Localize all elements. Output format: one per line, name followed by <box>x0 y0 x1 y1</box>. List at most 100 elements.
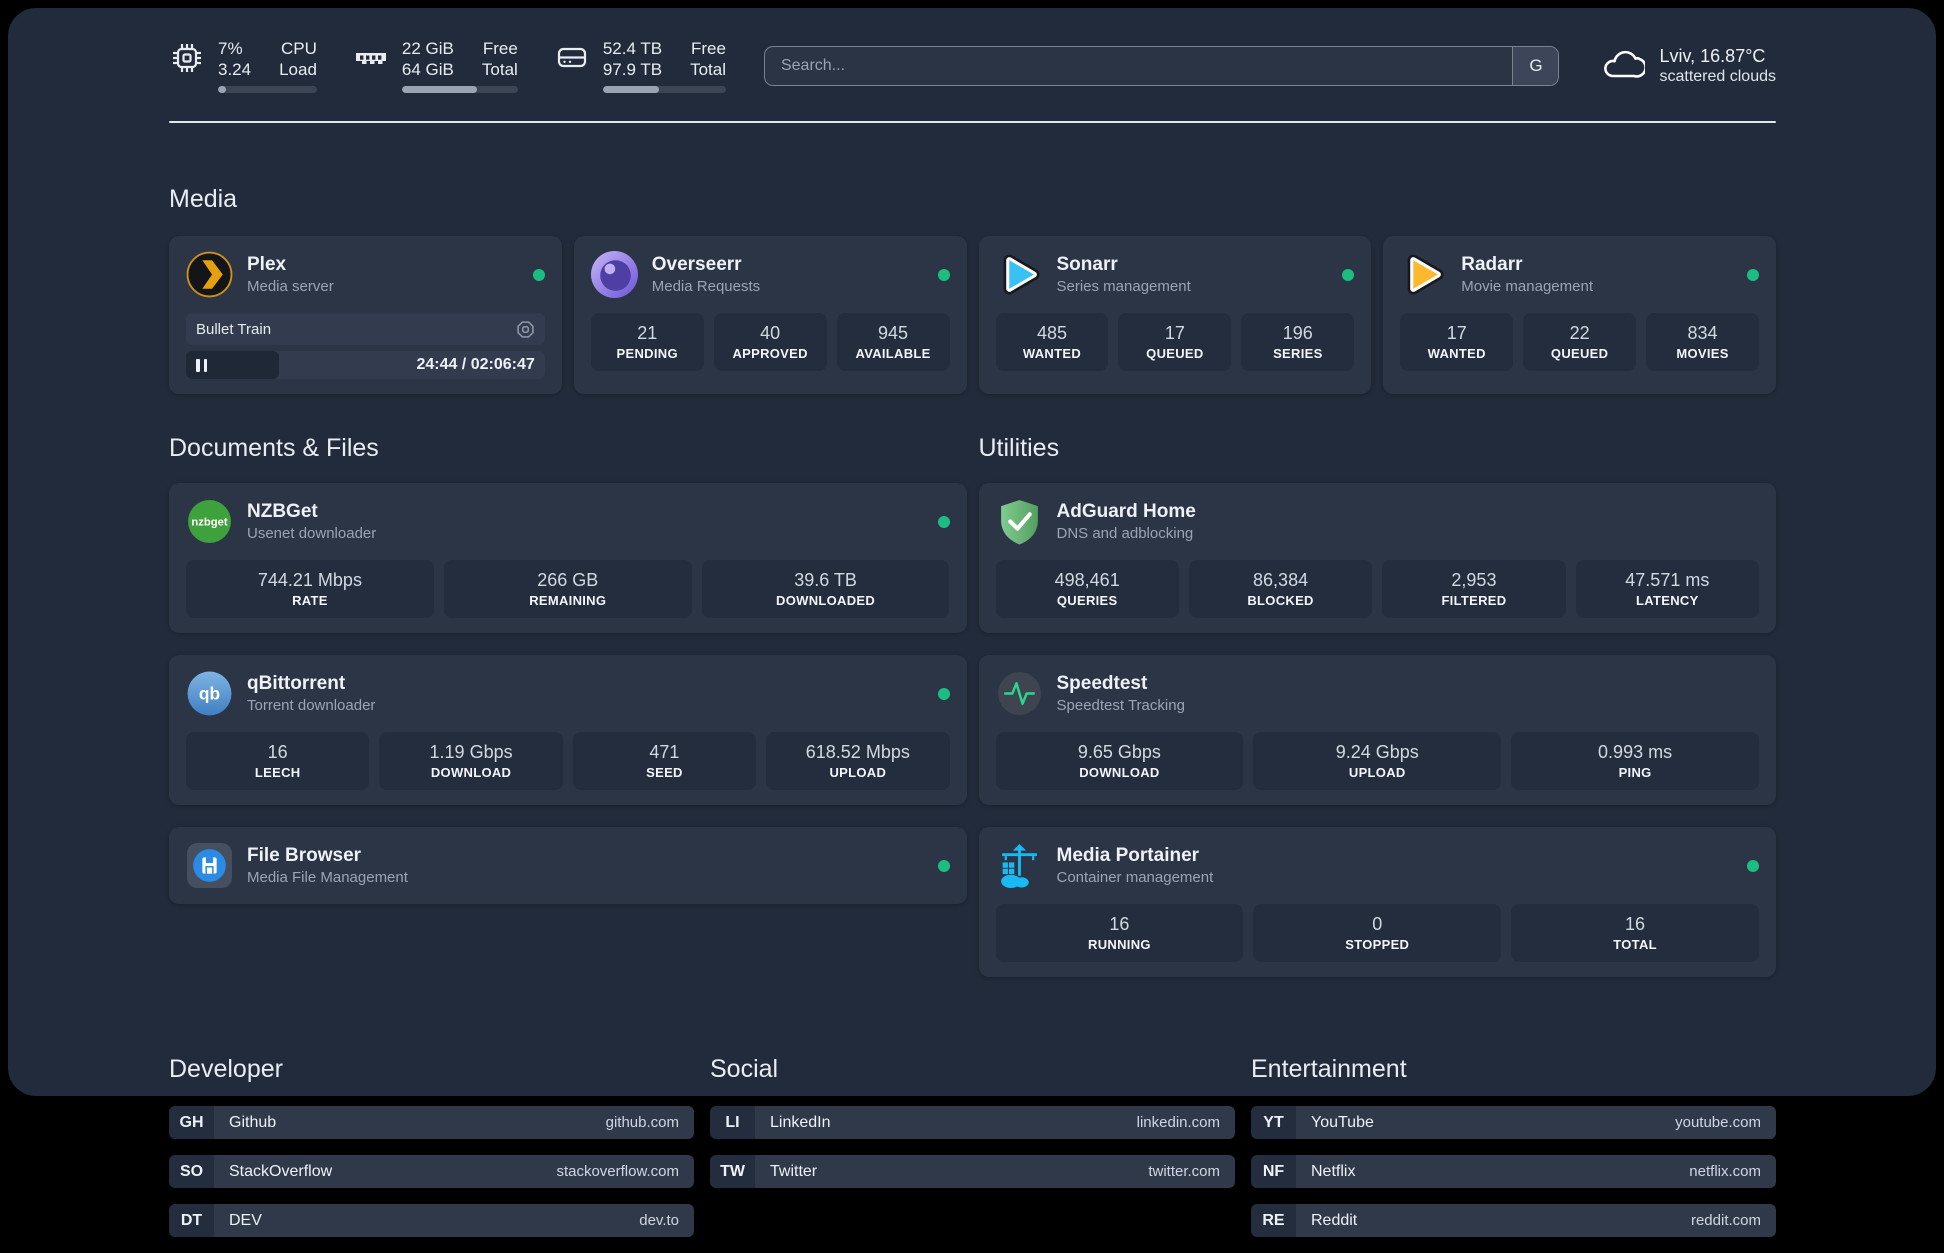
header-divider <box>169 121 1776 123</box>
link-youtube[interactable]: YT YouTube youtube.com <box>1251 1106 1776 1139</box>
link-twitter[interactable]: TW Twitter twitter.com <box>710 1155 1235 1188</box>
app-card-adguard[interactable]: AdGuard Home DNS and adblocking 498,461 … <box>979 483 1777 633</box>
search-provider-button[interactable]: G <box>1512 47 1558 85</box>
link-name: DEV <box>229 1212 262 1230</box>
stat-value: 17 <box>1404 322 1509 345</box>
status-online-dot <box>1747 269 1759 281</box>
session-stop-icon[interactable] <box>516 320 535 339</box>
stat-available: 945 AVAILABLE <box>837 313 950 371</box>
pause-icon[interactable] <box>196 359 207 372</box>
app-subtitle: Media server <box>247 277 334 296</box>
storage-stat: 52.4 TB 97.9 TB Free Total <box>554 38 726 93</box>
stat-downloaded: 39.6 TB DOWNLOADED <box>702 560 950 618</box>
link-tag: DT <box>169 1204 214 1237</box>
status-online-dot <box>1342 269 1354 281</box>
developer-links: Developer GH Github github.com SO StackO… <box>169 1055 694 1253</box>
link-dev[interactable]: DT DEV dev.to <box>169 1204 694 1237</box>
stat-value: 9.65 Gbps <box>1000 741 1240 764</box>
plex-now-playing: Bullet Train 24:44 / 02:06:47 <box>186 313 545 379</box>
stat-label: QUEUED <box>1122 345 1227 363</box>
status-online-dot <box>938 688 950 700</box>
stat-label: RATE <box>190 592 430 610</box>
app-name: File Browser <box>247 844 408 868</box>
app-card-qbittorrent[interactable]: qb qBittorrent Torrent downloader 16 LEE… <box>169 655 967 805</box>
section-title-developer: Developer <box>169 1055 694 1084</box>
stat-ping: 0.993 ms PING <box>1511 732 1759 790</box>
link-name: LinkedIn <box>770 1114 831 1132</box>
link-netflix[interactable]: NF Netflix netflix.com <box>1251 1155 1776 1188</box>
stat-upload: 618.52 Mbps UPLOAD <box>766 732 949 790</box>
app-card-overseerr[interactable]: Overseerr Media Requests 21 PENDING 40 A… <box>574 236 967 394</box>
stat-label: DOWNLOAD <box>383 764 558 782</box>
weather-widget: Lviv, 16.87°C scattered clouds <box>1601 45 1776 87</box>
memory-total-value: 64 GiB <box>402 59 454 80</box>
system-stats: 7% 3.24 CPU Load <box>169 38 726 93</box>
stat-value: 618.52 Mbps <box>770 741 945 764</box>
stat-value: 39.6 TB <box>706 569 946 592</box>
weather-headline: Lviv, 16.87°C <box>1659 45 1776 68</box>
now-playing-elapsed-pill <box>186 351 279 379</box>
disk-icon <box>554 40 590 76</box>
cpu-usage-label: CPU <box>279 38 317 59</box>
stat-value: 471 <box>577 741 752 764</box>
link-tag: GH <box>169 1106 214 1139</box>
now-playing-progress: 24:44 / 02:06:47 <box>186 351 545 379</box>
link-reddit[interactable]: RE Reddit reddit.com <box>1251 1204 1776 1237</box>
status-online-dot <box>533 269 545 281</box>
link-name: Reddit <box>1311 1212 1357 1230</box>
stat-value: 1.19 Gbps <box>383 741 558 764</box>
app-subtitle: Container management <box>1057 868 1214 887</box>
topbar: 7% 3.24 CPU Load <box>169 38 1776 93</box>
link-tag: SO <box>169 1155 214 1188</box>
link-stackoverflow[interactable]: SO StackOverflow stackoverflow.com <box>169 1155 694 1188</box>
app-card-radarr[interactable]: Radarr Movie management 17 WANTED 22 QUE… <box>1383 236 1776 394</box>
app-name: qBittorrent <box>247 672 375 696</box>
app-subtitle: DNS and adblocking <box>1057 524 1196 543</box>
link-tag: YT <box>1251 1106 1296 1139</box>
stat-value: 2,953 <box>1386 569 1561 592</box>
cpu-progress-track <box>218 86 317 93</box>
stat-label: STOPPED <box>1257 936 1497 954</box>
stat-pending: 21 PENDING <box>591 313 704 371</box>
stat-label: UPLOAD <box>1257 764 1497 782</box>
stat-label: UPLOAD <box>770 764 945 782</box>
stat-label: RUNNING <box>1000 936 1240 954</box>
utilities-column: Utilities AdGuard Home DNS and <box>979 434 1777 999</box>
stat-queries: 498,461 QUERIES <box>996 560 1179 618</box>
stat-label: DOWNLOAD <box>1000 764 1240 782</box>
app-card-sonarr[interactable]: Sonarr Series management 485 WANTED 17 Q… <box>979 236 1372 394</box>
stat-value: 9.24 Gbps <box>1257 741 1497 764</box>
stat-running: 16 RUNNING <box>996 904 1244 962</box>
memory-progress-fill <box>402 86 477 93</box>
speedtest-icon <box>996 670 1043 717</box>
app-name: Plex <box>247 253 334 277</box>
storage-total-label: Total <box>690 59 726 80</box>
memory-progress-track <box>402 86 518 93</box>
stat-value: 834 <box>1650 322 1755 345</box>
stat-value: 47.571 ms <box>1580 569 1755 592</box>
app-card-speedtest[interactable]: Speedtest Speedtest Tracking 9.65 Gbps D… <box>979 655 1777 805</box>
link-name: YouTube <box>1311 1114 1374 1132</box>
link-github[interactable]: GH Github github.com <box>169 1106 694 1139</box>
app-card-plex[interactable]: Plex Media server Bullet Train <box>169 236 562 394</box>
stat-label: WANTED <box>1404 345 1509 363</box>
app-name: Media Portainer <box>1057 844 1214 868</box>
app-card-nzbget[interactable]: nzbget NZBGet Usenet downloader 744.21 M… <box>169 483 967 633</box>
stat-download: 9.65 Gbps DOWNLOAD <box>996 732 1244 790</box>
section-title-media: Media <box>169 185 1776 214</box>
stat-value: 945 <box>841 322 946 345</box>
app-card-portainer[interactable]: Media Portainer Container management 16 … <box>979 827 1777 977</box>
stat-label: TOTAL <box>1515 936 1755 954</box>
stat-approved: 40 APPROVED <box>714 313 827 371</box>
app-name: Sonarr <box>1057 253 1191 277</box>
app-subtitle: Movie management <box>1461 277 1593 296</box>
link-tag: NF <box>1251 1155 1296 1188</box>
link-linkedin[interactable]: LI LinkedIn linkedin.com <box>710 1106 1235 1139</box>
stat-value: 0.993 ms <box>1515 741 1755 764</box>
overseerr-icon <box>591 251 638 298</box>
link-url: dev.to <box>639 1212 679 1229</box>
app-card-filebrowser[interactable]: File Browser Media File Management <box>169 827 967 904</box>
stat-latency: 47.571 ms LATENCY <box>1576 560 1759 618</box>
search-input[interactable] <box>765 47 1513 85</box>
stat-label: LEECH <box>190 764 365 782</box>
